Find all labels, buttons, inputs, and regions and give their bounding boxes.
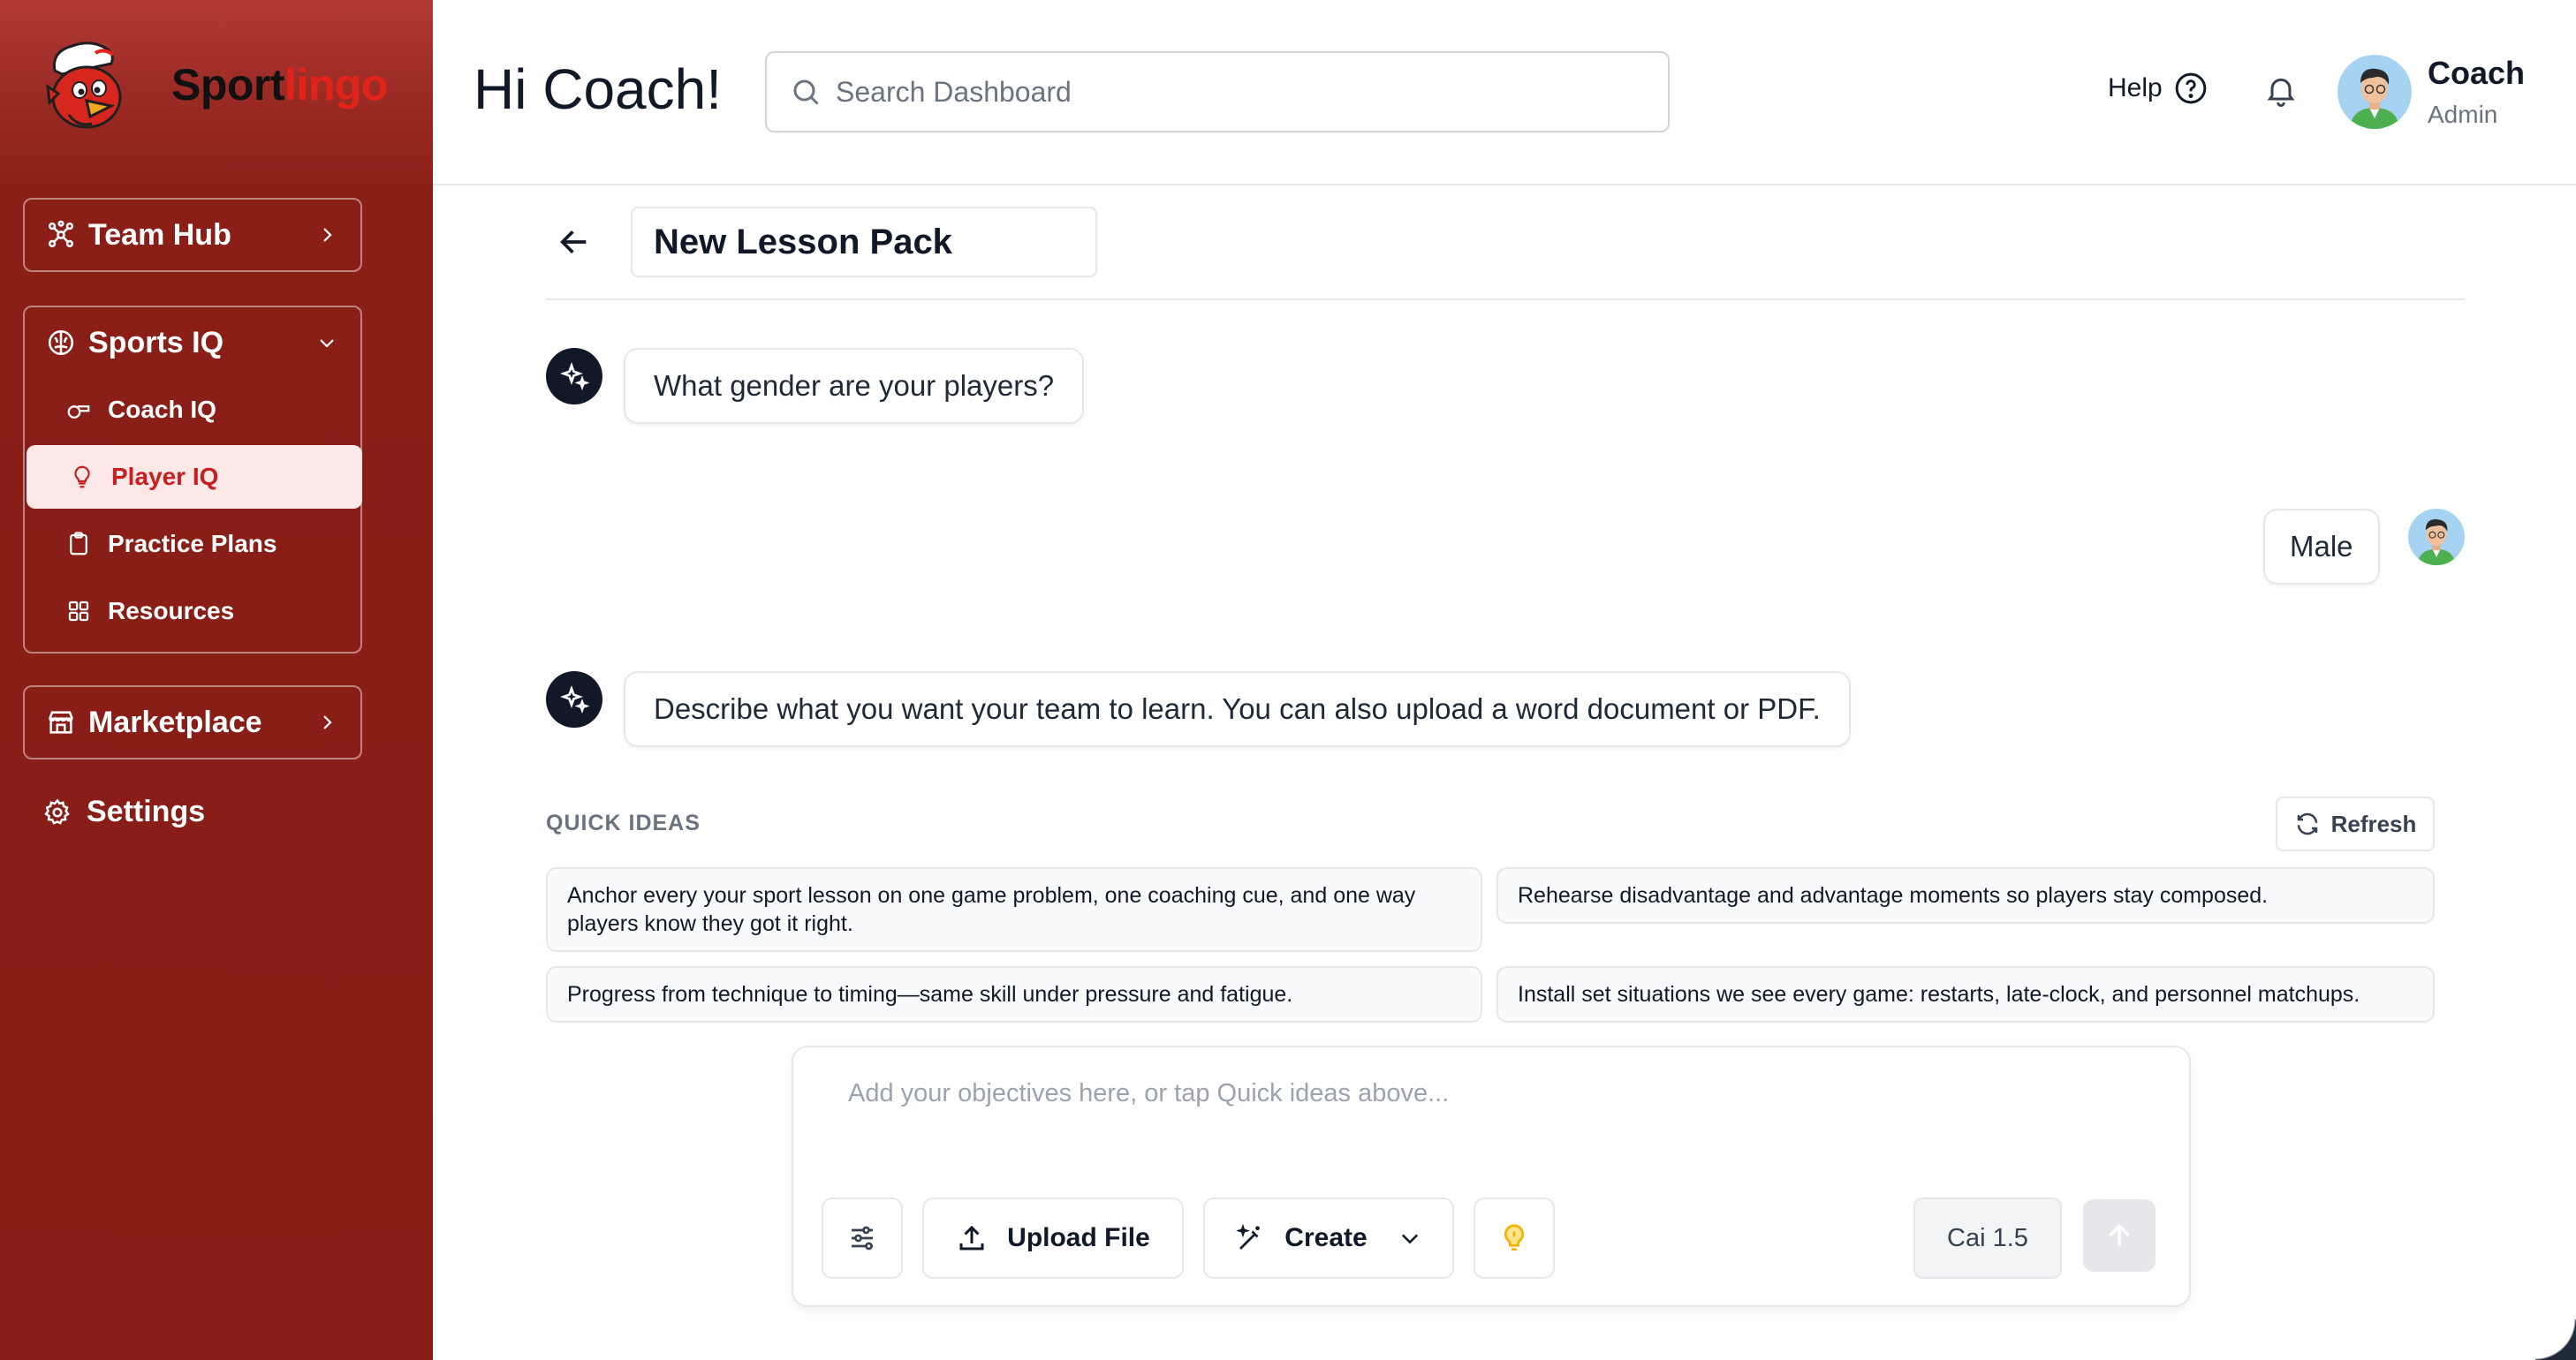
quick-idea-item[interactable]: Rehearse disadvantage and advantage mome… [1496, 867, 2435, 924]
refresh-label: Refresh [2330, 810, 2417, 837]
nav-settings-label: Settings [87, 795, 206, 828]
upload-icon [959, 1225, 984, 1250]
sidebar-item-resources[interactable]: Resources [23, 579, 362, 643]
nav-marketplace[interactable]: Marketplace [25, 687, 360, 758]
cardinal-mascot-icon [46, 42, 122, 129]
lesson-title-input[interactable]: New Lesson Pack [631, 207, 1097, 277]
objectives-input[interactable] [848, 1079, 2138, 1150]
nav-settings[interactable]: Settings [42, 795, 205, 829]
page-greeting: Hi Coach! [474, 57, 722, 121]
avatar-illustration-icon [2408, 509, 2465, 565]
refresh-button[interactable]: Refresh [2276, 797, 2435, 851]
settings-sliders-button[interactable] [822, 1198, 903, 1279]
sparkle-icon [560, 362, 590, 390]
whistle-icon [67, 405, 90, 419]
magic-wand-icon [1236, 1223, 1261, 1250]
arrow-up-icon [2109, 1223, 2130, 1246]
nav-sports-iq[interactable]: Sports IQ [25, 307, 360, 378]
quick-idea-item[interactable]: Install set situations we see every game… [1496, 966, 2435, 1023]
user-message-avatar [2408, 509, 2465, 565]
quick-idea-item[interactable]: Anchor every your sport lesson on one ga… [546, 867, 1482, 952]
upload-file-label: Upload File [1007, 1223, 1150, 1252]
chevron-down-icon [1401, 1234, 1418, 1244]
assistant-avatar [546, 671, 602, 728]
search-box[interactable] [765, 51, 1670, 132]
quick-idea-item[interactable]: Progress from technique to timing—same s… [546, 966, 1482, 1023]
brand-name-part1: Sport [171, 60, 285, 110]
brand-name: Sportlingo [171, 59, 388, 110]
brain-icon [48, 329, 74, 356]
user-avatar[interactable] [2337, 55, 2412, 129]
team-hub-section: Team Hub [23, 198, 362, 272]
sidebar-item-player-iq[interactable]: Player IQ [27, 445, 362, 509]
nav-team-hub[interactable]: Team Hub [25, 200, 360, 270]
sparkle-icon [560, 685, 590, 714]
sidebar-item-label: Practice Plans [108, 530, 277, 557]
sidebar-item-label: Player IQ [111, 463, 219, 490]
user-role: Admin [2428, 101, 2498, 128]
help-button[interactable]: Help [2108, 71, 2209, 106]
sliders-icon [852, 1226, 873, 1250]
window-corner [2535, 1319, 2576, 1360]
back-arrow-icon[interactable] [557, 224, 592, 260]
assistant-message: What gender are your players? [624, 348, 1085, 424]
nav-sports-iq-label: Sports IQ [88, 325, 224, 359]
sidebar: Sportlingo Team Hub Sports IQ Coach IQ P… [0, 0, 433, 1360]
lightbulb-icon [1504, 1224, 1525, 1251]
bell-icon[interactable] [2263, 72, 2299, 108]
brand-logo[interactable]: Sportlingo [42, 32, 388, 138]
chevron-right-icon [323, 715, 332, 729]
refresh-icon [2297, 812, 2317, 835]
message-composer: Upload File Create Cai 1.5 [792, 1046, 2191, 1307]
search-input[interactable] [836, 75, 1631, 109]
help-label: Help [2108, 73, 2163, 102]
assistant-avatar [546, 348, 602, 404]
network-icon [48, 220, 74, 248]
sports-iq-section: Sports IQ Coach IQ Player IQ Practice Pl… [23, 306, 362, 654]
grid-icon [68, 601, 89, 622]
model-selector[interactable]: Cai 1.5 [1913, 1198, 2062, 1279]
chevron-right-icon [323, 228, 332, 242]
assistant-message: Describe what you want your team to lear… [624, 671, 1851, 747]
sidebar-item-practice-plans[interactable]: Practice Plans [23, 512, 362, 576]
send-button[interactable] [2083, 1199, 2156, 1272]
create-label: Create [1284, 1223, 1368, 1252]
create-dropdown-button[interactable]: Create [1203, 1198, 1454, 1279]
gear-icon [44, 797, 70, 825]
question-circle-icon [2175, 72, 2207, 104]
ideas-toggle-button[interactable] [1474, 1198, 1555, 1279]
divider [546, 298, 2465, 300]
store-icon [49, 711, 73, 734]
clipboard-icon [70, 532, 87, 555]
marketplace-section: Marketplace [23, 685, 362, 759]
search-icon [793, 79, 819, 105]
sidebar-item-label: Resources [108, 597, 235, 624]
lightbulb-icon [74, 465, 90, 488]
sidebar-item-coach-iq[interactable]: Coach IQ [23, 378, 362, 442]
brand-name-part2: lingo [284, 60, 388, 110]
nav-marketplace-label: Marketplace [88, 705, 262, 739]
top-header: Hi Coach! Help Coach Admin [433, 0, 2576, 185]
avatar-illustration-icon [2337, 55, 2412, 129]
sidebar-item-label: Coach IQ [108, 396, 216, 423]
chevron-down-icon [320, 339, 334, 348]
upload-file-button[interactable]: Upload File [922, 1198, 1184, 1279]
nav-team-hub-label: Team Hub [88, 217, 231, 252]
user-name: Coach [2428, 55, 2526, 91]
quick-ideas-label: QUICK IDEAS [546, 811, 701, 835]
user-message: Male [2263, 509, 2380, 585]
